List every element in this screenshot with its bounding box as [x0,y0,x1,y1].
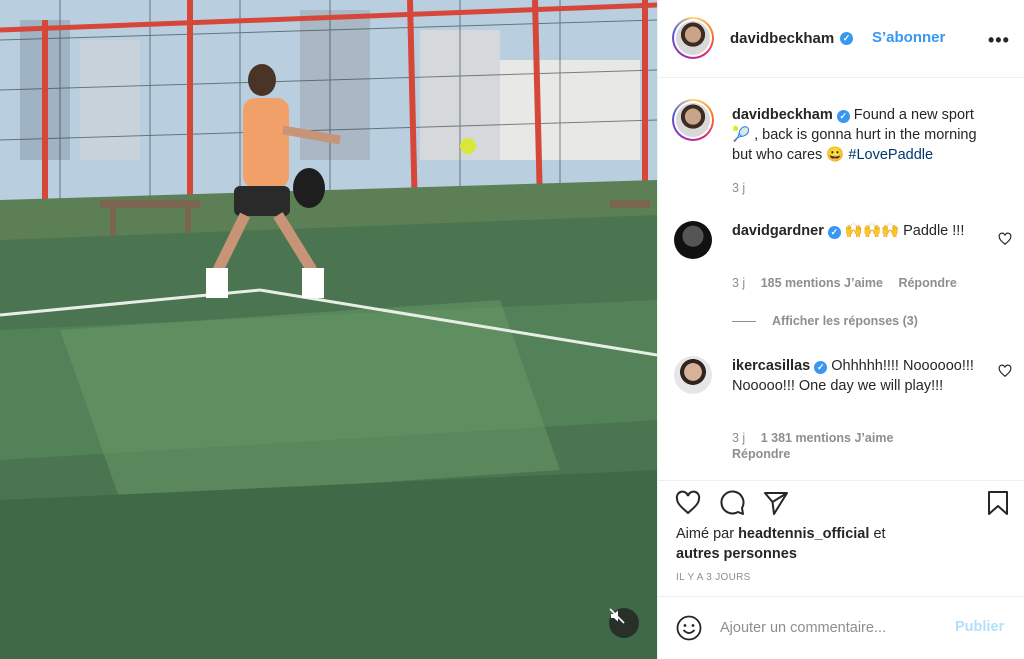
reply-button[interactable]: Répondre [898,276,956,290]
liked-by-others-link[interactable]: autres personnes [676,546,797,562]
more-options-icon[interactable]: ••• [988,30,1010,51]
view-replies-button[interactable]: Afficher les réponses (3) [732,314,918,328]
caption-text: davidbeckham ✓ Found a new sport 🎾 , back… [732,105,992,165]
post-timestamp[interactable]: IL Y A 3 JOURS [676,572,751,583]
caption-author[interactable]: davidbeckham [732,107,833,123]
publish-button[interactable]: Publier [955,619,1004,635]
comment-like-heart-icon[interactable] [998,364,1012,378]
post-header: davidbeckham ✓ S’abonner ••• [658,0,1024,78]
speaker-muted-icon [609,608,625,624]
add-comment-bar: Publier [658,596,1024,659]
verified-badge-icon: ✓ [840,32,853,45]
comment-author[interactable]: davidgardner [732,223,824,239]
comment-meta: 3 j 185 mentions J’aime Répondre [732,276,957,290]
reply-button[interactable]: Répondre [732,447,790,461]
liked-by-summary: Aimé par headtennis_official et autres p… [676,526,886,562]
heart-icon[interactable] [674,489,702,517]
mute-toggle-button[interactable] [609,608,639,638]
comment-input[interactable] [720,616,940,640]
comment-likes-count[interactable]: 185 mentions J’aime [761,276,883,290]
comment-like-heart-icon[interactable] [998,232,1012,246]
comment-text: davidgardner ✓ 🙌🙌🙌 Paddle !!! [732,223,965,239]
caption-age: 3 j [732,181,746,195]
verified-badge-icon: ✓ [814,361,828,374]
author-avatar[interactable] [672,17,714,59]
author-username[interactable]: davidbeckham [730,30,834,47]
paper-plane-icon[interactable] [762,489,790,517]
comment-icon[interactable] [718,489,746,517]
comment-text: ikercasillas ✓ Ohhhhh!!!! Noooooo!!! Nooo… [732,358,974,394]
post-sidebar: davidbeckham ✓ S’abonner ••• davidbeckha… [657,0,1024,659]
smiley-icon[interactable] [676,615,702,641]
comment-likes-count[interactable]: 1 381 mentions J’aime [761,431,894,445]
comments-list[interactable]: davidbeckham ✓ Found a new sport 🎾 , back… [658,79,1024,479]
comment-author[interactable]: ikercasillas [732,358,810,374]
hashtag-link[interactable]: #LovePaddle [848,147,933,163]
bookmark-icon[interactable] [984,489,1012,517]
author-avatar[interactable] [672,99,714,141]
commenter-avatar[interactable] [674,221,712,259]
padel-court-scene [0,0,657,659]
verified-badge-icon: ✓ [827,226,841,239]
comment-meta: 3 j 1 381 mentions J’aime Répondre [732,431,894,461]
verified-badge-icon: ✓ [836,110,850,123]
follow-button[interactable]: S’abonner [872,29,945,46]
liked-by-user-link[interactable]: headtennis_official [738,526,869,542]
post-video[interactable] [0,0,657,659]
commenter-avatar[interactable] [674,356,712,394]
post-actions: Aimé par headtennis_official et autres p… [658,480,1024,590]
